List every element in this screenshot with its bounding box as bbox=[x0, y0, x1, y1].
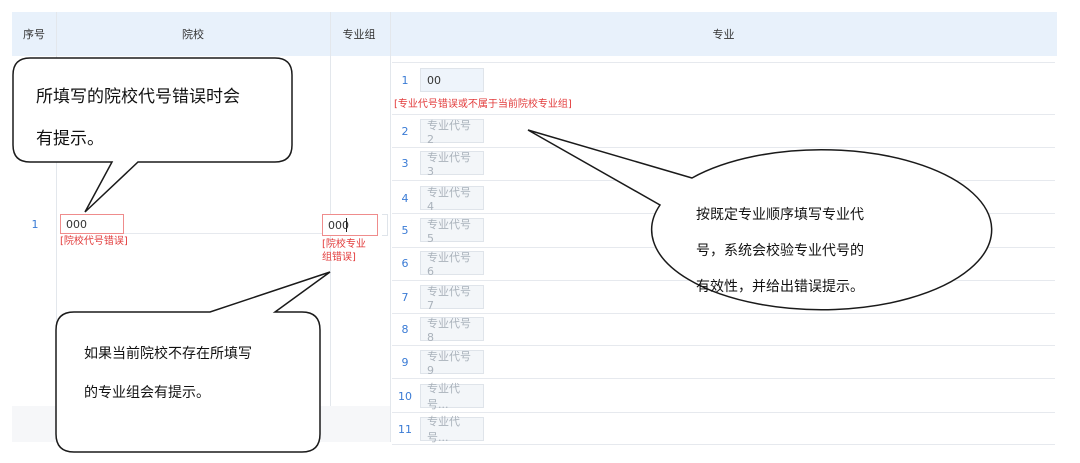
school-callout-text-2: 有提示。 bbox=[36, 129, 104, 149]
school-callout-text-1: 所填写的院校代号错误时会 bbox=[36, 87, 240, 107]
group-callout-text-1: 如果当前院校不存在所填写 bbox=[84, 346, 252, 362]
major-callout-text-1: 按既定专业顺序填写专业代 bbox=[696, 207, 864, 223]
major-callout-text-2: 号，系统会校验专业代号的 bbox=[696, 243, 864, 259]
major-callout-text-3: 有效性，并给出错误提示。 bbox=[696, 279, 864, 295]
group-callout-text-2: 的专业组会有提示。 bbox=[84, 385, 210, 401]
